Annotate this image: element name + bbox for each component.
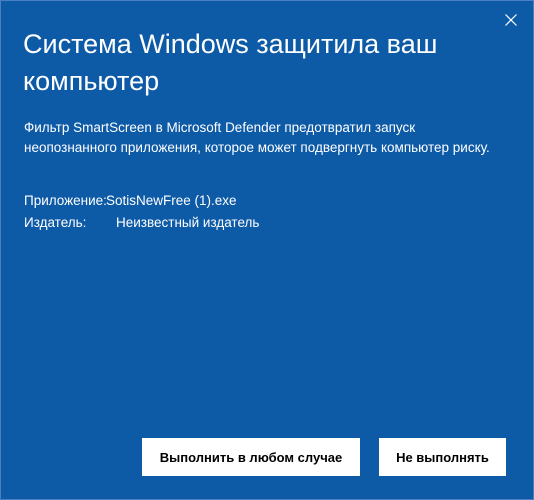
app-name: SotisNewFree (1).exe — [106, 193, 237, 208]
close-button[interactable] — [489, 1, 533, 39]
publisher-name: Неизвестный издатель — [116, 215, 260, 230]
run-anyway-button[interactable]: Выполнить в любом случае — [142, 438, 360, 476]
dialog-title: Система Windows защитила ваш компьютер — [23, 29, 438, 96]
publisher-label: Издатель: — [24, 215, 87, 230]
app-label: Приложение: — [24, 193, 107, 208]
dont-run-button[interactable]: Не выполнять — [379, 438, 506, 476]
app-details: Приложение: SotisNewFree (1).exe Издател… — [24, 190, 259, 234]
app-row: Приложение: SotisNewFree (1).exe — [24, 190, 259, 212]
close-icon — [505, 14, 517, 26]
dialog-description: Фильтр SmartScreen в Microsoft Defender … — [24, 120, 490, 155]
publisher-row: Издатель: Неизвестный издатель — [24, 212, 259, 234]
smartscreen-dialog: Система Windows защитила ваш компьютер Ф… — [0, 0, 534, 500]
